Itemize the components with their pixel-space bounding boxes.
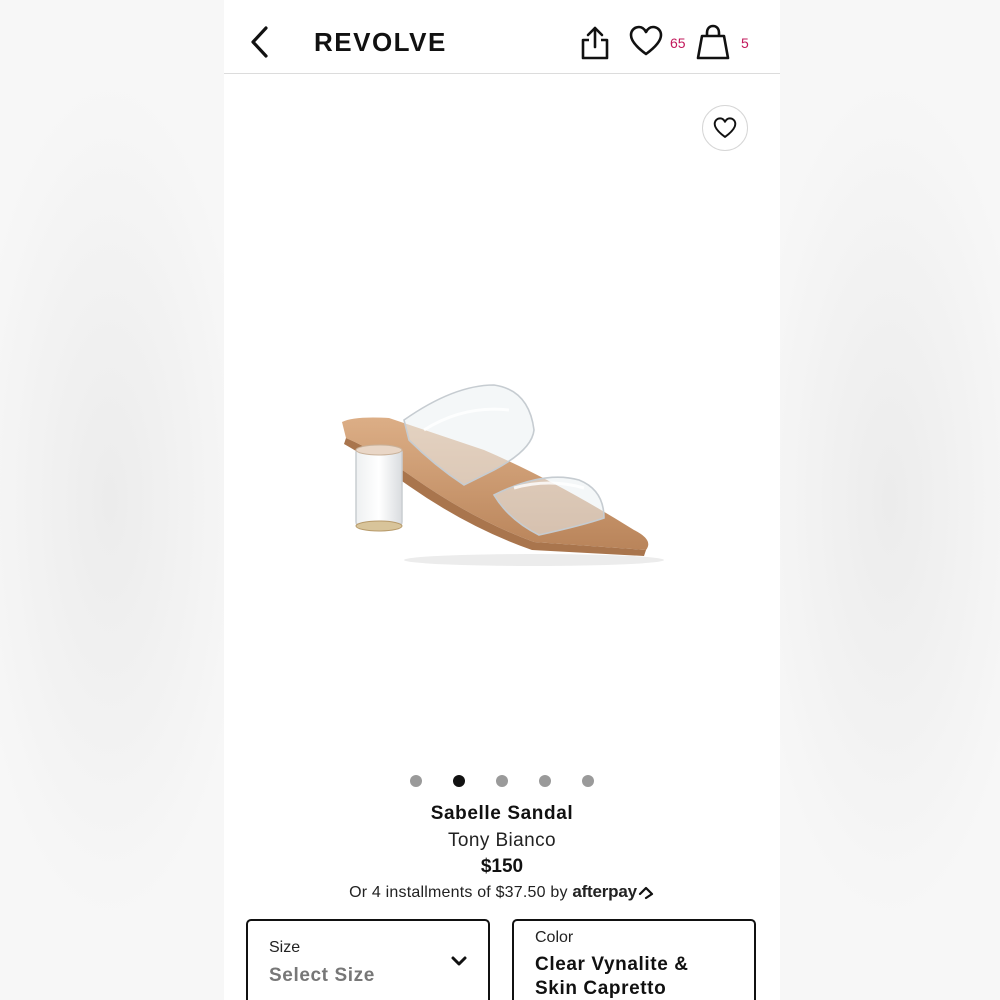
wishlist-button[interactable]	[629, 25, 663, 59]
carousel-dot-1[interactable]	[410, 775, 422, 787]
shopping-bag-icon	[696, 24, 730, 60]
wishlist-count-badge: 65	[670, 35, 686, 51]
heart-icon	[629, 25, 663, 56]
image-carousel-dots	[410, 775, 596, 787]
color-selector[interactable]: Color Clear Vynalite & Skin Capretto	[512, 919, 756, 1000]
product-price: $150	[480, 856, 524, 877]
color-label: Color	[535, 929, 574, 946]
chevron-down-icon	[451, 956, 467, 966]
afterpay-logo: afterpay	[572, 882, 637, 901]
carousel-dot-4[interactable]	[539, 775, 551, 787]
size-label: Size	[269, 939, 301, 956]
chevron-left-icon	[251, 26, 268, 58]
top-nav-bar: REVOLVE 65 5	[224, 0, 780, 74]
carousel-dot-3[interactable]	[496, 775, 508, 787]
carousel-dot-5[interactable]	[582, 775, 594, 787]
color-value: Clear Vynalite & Skin Capretto	[535, 954, 689, 999]
bag-count-badge: 5	[741, 35, 749, 51]
product-info: Sabelle Sandal Tony Bianco $150 Or 4 ins…	[224, 800, 780, 905]
product-page: REVOLVE 65 5 Sabelle Sandal Tony Bianco …	[224, 0, 780, 1000]
product-brand[interactable]: Tony Bianco	[224, 828, 780, 854]
product-name: Sabelle Sandal	[430, 803, 574, 824]
add-to-favorites-button[interactable]	[702, 105, 748, 151]
shopping-bag-button[interactable]	[696, 24, 730, 60]
share-icon	[581, 26, 609, 60]
afterpay-installments[interactable]: Or 4 installments of $37.50 by afterpay	[224, 880, 780, 905]
back-button[interactable]	[244, 22, 276, 62]
carousel-dot-2[interactable]	[453, 775, 465, 787]
sandal-illustration	[342, 384, 664, 566]
size-value: Select Size	[269, 965, 375, 986]
afterpay-arrows-icon	[638, 886, 653, 900]
installments-text: Or 4 installments of $37.50 by	[349, 884, 568, 901]
share-button[interactable]	[579, 24, 611, 62]
heart-icon	[713, 117, 737, 138]
revolve-logo[interactable]: REVOLVE	[314, 27, 447, 58]
product-image[interactable]	[334, 370, 674, 580]
size-selector[interactable]: Size Select Size	[246, 919, 490, 1000]
